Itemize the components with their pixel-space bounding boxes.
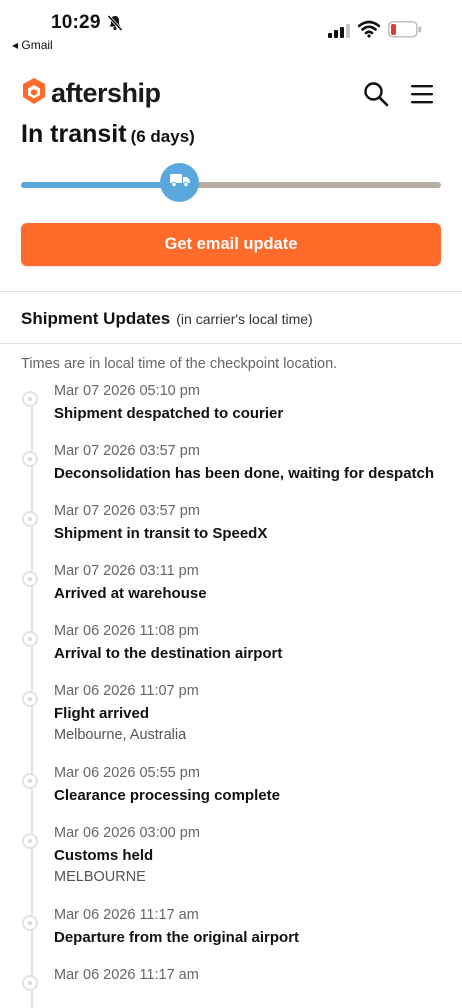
checkpoint-date: Mar 06 2026 03:00 pm [54, 825, 200, 841]
checkpoint-date: Mar 07 2026 03:57 pm [54, 443, 200, 459]
checkpoint-description: Clearance processing complete [54, 787, 280, 804]
checkpoint-dot-icon [22, 631, 38, 647]
clock-time: 10:29 [51, 12, 101, 33]
checkpoint-dot-icon [22, 571, 38, 587]
status-bar: 10:29 ◂ Gmail [0, 0, 462, 56]
aftership-logo-icon [21, 77, 47, 110]
back-to-gmail-link[interactable]: ◂ Gmail [12, 38, 53, 52]
shipment-progress-bar [21, 182, 441, 188]
checkpoint-location: Melbourne, Australia [54, 727, 187, 743]
checkpoint-description: Arrival to the destination airport [54, 645, 283, 662]
shipment-status-title: In transit (6 days) [21, 120, 195, 149]
truck-progress-marker [160, 163, 199, 202]
checkpoint-dot-icon [22, 773, 38, 789]
logo-wordmark: aftership [51, 77, 161, 108]
timezone-note: Times are in local time of the checkpoin… [21, 356, 338, 372]
checkpoint-date: Mar 06 2026 05:55 pm [54, 765, 200, 781]
search-icon[interactable] [363, 81, 389, 107]
checkpoint-description: Flight arrived [54, 705, 150, 722]
battery-low-icon [388, 21, 422, 43]
checkpoint-dot-icon [22, 833, 38, 849]
checkpoint-dot-icon [22, 451, 38, 467]
checkpoint-description: Customs held [54, 847, 154, 864]
get-email-update-button[interactable]: Get email update [21, 223, 441, 266]
checkpoint-date: Mar 07 2026 05:10 pm [54, 383, 200, 399]
bell-muted-icon [106, 14, 124, 32]
checkpoint-description: Arrived at warehouse [54, 585, 207, 602]
checkpoint-date: Mar 06 2026 11:08 pm [54, 623, 199, 639]
checkpoint-dot-icon [22, 511, 38, 527]
checkpoint-date: Mar 07 2026 03:11 pm [54, 563, 199, 579]
checkpoint-date: Mar 06 2026 11:07 pm [54, 683, 199, 699]
checkpoint-description: Departure from the original airport [54, 929, 300, 946]
aftership-logo[interactable]: aftership [21, 77, 161, 110]
checkpoint-date: Mar 06 2026 11:17 am [54, 967, 199, 983]
checkpoint-description: Deconsolidation has been done, waiting f… [54, 465, 435, 482]
checkpoint-dot-icon [22, 391, 38, 407]
section-divider [0, 291, 462, 292]
checkpoint-dot-icon [22, 975, 38, 991]
checkpoint-description: Shipment in transit to SpeedX [54, 525, 268, 542]
updates-heading-note: (in carrier's local time) [176, 311, 313, 327]
shipment-status: In transit [21, 120, 127, 148]
hamburger-menu-icon[interactable] [410, 83, 434, 105]
checkpoint-location: MELBOURNE [54, 869, 146, 885]
checkpoint-dot-icon [22, 915, 38, 931]
transit-duration: (6 days) [130, 127, 195, 146]
updates-title: Shipment Updates [21, 309, 171, 328]
wifi-icon [357, 20, 381, 43]
checkpoint-date: Mar 07 2026 03:57 pm [54, 503, 200, 519]
checkpoint-date: Mar 06 2026 11:17 am [54, 907, 199, 923]
truck-icon [169, 172, 191, 193]
section-divider [0, 343, 462, 344]
checkpoint-dot-icon [22, 691, 38, 707]
cellular-signal-icon [328, 24, 350, 43]
shipment-updates-heading: Shipment Updates (in carrier's local time… [21, 309, 313, 329]
checkpoint-description: Shipment despatched to courier [54, 405, 284, 422]
